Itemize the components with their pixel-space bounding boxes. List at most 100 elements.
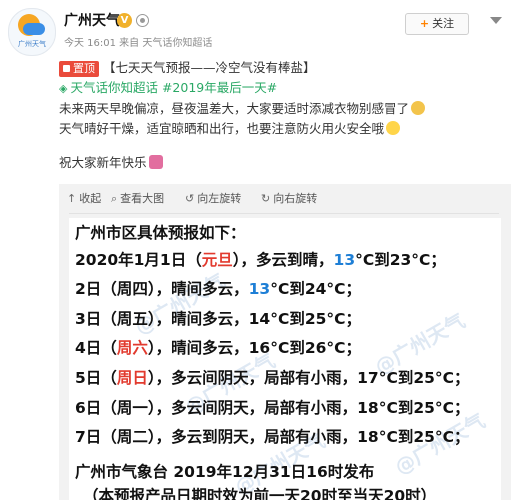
forecast-holiday: 周一 bbox=[116, 399, 148, 417]
rotate-left-button[interactable]: ↺ 向左旋转 bbox=[185, 192, 241, 206]
post-line-2-text: 天气晴好干燥，适宜晾晒和出行，也要注意防火用火安全哦 bbox=[59, 121, 385, 136]
forecast-paren-close: ） bbox=[147, 399, 156, 417]
view-large-button[interactable]: ⌕ 查看大图 bbox=[111, 192, 164, 206]
forecast-holiday: 周五 bbox=[116, 310, 148, 328]
forecast-weather: ，多云到阴天，局部有小雨， bbox=[155, 428, 358, 446]
zoom-icon: ⌕ bbox=[111, 192, 118, 205]
divider bbox=[69, 213, 499, 214]
forecast-weather: ，晴间多云， bbox=[155, 280, 249, 298]
forecast-low: 13 bbox=[333, 251, 356, 269]
forecast-paren-close: ） bbox=[232, 251, 241, 269]
forecast-day-line: 7日（周二），多云到阴天，局部有小雨，18°C到25°C； bbox=[75, 427, 470, 447]
post-line-3: 祝大家新年快乐 bbox=[59, 153, 509, 173]
collapse-button[interactable]: ↑ 收起 bbox=[67, 192, 101, 206]
forecast-paren-open: （ bbox=[186, 251, 202, 269]
account-name[interactable]: 广州天气 bbox=[64, 12, 120, 30]
forecast-low: 18 bbox=[357, 399, 379, 417]
rotate-right-button[interactable]: ↻ 向右旋转 bbox=[261, 192, 317, 206]
forecast-paren-open: （ bbox=[101, 280, 117, 298]
forecast-paren-open: （ bbox=[101, 310, 117, 328]
forecast-paren-close: ） bbox=[147, 280, 156, 298]
forecast-holiday: 周日 bbox=[116, 369, 148, 387]
collapse-icon: ↑ bbox=[67, 192, 77, 205]
collapse-label: 收起 bbox=[79, 192, 102, 205]
forecast-day-line: 2020年1月1日（元旦），多云到晴，13°C到23°C； bbox=[75, 250, 446, 270]
super-topic-icon[interactable] bbox=[136, 14, 149, 27]
forecast-paren-close: ） bbox=[147, 428, 156, 446]
post-line-2: 天气晴好干燥，适宜晾晒和出行，也要注意防火用火安全哦 bbox=[59, 119, 509, 139]
forecast-holiday: 周二 bbox=[116, 428, 148, 446]
forecast-holiday: 元旦 bbox=[201, 251, 233, 269]
pinned-badge: 置顶 bbox=[59, 61, 99, 77]
follow-label: 关注 bbox=[432, 17, 455, 30]
forecast-low: 18 bbox=[357, 428, 379, 446]
forecast-weather: ，多云间阴天，局部有小雨， bbox=[155, 369, 358, 387]
forecast-holiday: 周六 bbox=[116, 339, 148, 357]
rotate-left-icon: ↺ bbox=[185, 192, 195, 205]
topic-link[interactable]: ◈ 天气话你知超话 #2019年最后一天# bbox=[59, 78, 509, 99]
forecast-rest: °C到25°C； bbox=[378, 428, 470, 446]
post-header: 广州天气 广州天气 V 今天 16:01 来自 天气话你知超话 + 关注 bbox=[0, 0, 516, 56]
smile-emoji-icon bbox=[386, 121, 401, 135]
forecast-rest: °C到25°C； bbox=[378, 369, 470, 387]
forecast-heading: 广州市区具体预报如下： bbox=[75, 224, 246, 242]
forecast-pre: 2日 bbox=[75, 280, 102, 298]
image-gallery: ↑ 收起 ⌕ 查看大图 ↺ 向左旋转 ↻ 向右旋转 @广州天气 @广州天气 @广州天气 … bbox=[59, 184, 511, 500]
follow-button[interactable]: + 关注 bbox=[405, 13, 469, 35]
forecast-pre: 5日 bbox=[75, 369, 102, 387]
image-toolbar: ↑ 收起 ⌕ 查看大图 ↺ 向左旋转 ↻ 向右旋转 bbox=[59, 184, 511, 214]
rotate-right-icon: ↻ bbox=[261, 192, 271, 205]
forecast-weather: ，多云到晴， bbox=[240, 251, 334, 269]
post-line-1-text: 未来两天早晚偏凉，昼夜温差大，大家要适时添减衣物别感冒了 bbox=[59, 101, 410, 116]
forecast-footer-1: 广州市气象台 2019年12月31日16时发布 bbox=[75, 463, 375, 481]
sweat-emoji-icon bbox=[411, 101, 426, 115]
post-meta[interactable]: 今天 16:01 来自 天气话你知超话 bbox=[64, 37, 212, 50]
forecast-paren-open: （ bbox=[101, 399, 117, 417]
forecast-paren-close: ） bbox=[147, 369, 156, 387]
rotate-right-label: 向右旋转 bbox=[273, 192, 318, 205]
plus-icon: + bbox=[419, 17, 430, 30]
forecast-pre: 2020年1月1日 bbox=[75, 251, 187, 269]
avatar-caption: 广州天气 bbox=[18, 40, 46, 48]
pin-icon bbox=[63, 65, 70, 72]
forecast-day-line: 6日（周一），多云间阴天，局部有小雨，18°C到25°C； bbox=[75, 398, 470, 418]
forecast-day-line: 2日（周四），晴间多云，13°C到24°C； bbox=[75, 279, 361, 299]
forecast-paren-open: （ bbox=[101, 428, 117, 446]
forecast-pre: 7日 bbox=[75, 428, 102, 446]
forecast-footer-2: （本预报产品日期时效为前一天20时至当天20时） bbox=[83, 487, 437, 500]
forecast-rest: °C到25°C； bbox=[378, 399, 470, 417]
forecast-low: 17 bbox=[357, 369, 379, 387]
forecast-paren-open: （ bbox=[101, 339, 117, 357]
rotate-left-label: 向左旋转 bbox=[197, 192, 242, 205]
forecast-low: 16 bbox=[248, 339, 271, 357]
forecast-paren-close: ） bbox=[147, 339, 156, 357]
forecast-holiday: 周四 bbox=[116, 280, 148, 298]
forecast-rest: °C到25°C； bbox=[270, 310, 362, 328]
post-body: 置顶 【七天天气预报——冷空气没有棒盐】 ◈ 天气话你知超话 #2019年最后一天#… bbox=[59, 58, 509, 173]
gift-emoji-icon bbox=[148, 155, 163, 169]
forecast-paren-close: ） bbox=[147, 310, 156, 328]
forecast-paren-open: （ bbox=[101, 369, 117, 387]
forecast-weather: ，晴间多云， bbox=[155, 339, 249, 357]
forecast-day-line: 3日（周五），晴间多云，14°C到25°C； bbox=[75, 309, 361, 329]
forecast-image[interactable]: @广州天气 @广州天气 @广州天气 @广州天气 @广州天气 广州市区具体预报如下… bbox=[69, 218, 501, 500]
pinned-label: 置顶 bbox=[73, 62, 95, 75]
topic-text: 天气话你知超话 #2019年最后一天# bbox=[70, 80, 278, 95]
post-line-1: 未来两天早晚偏凉，昼夜温差大，大家要适时添减衣物别感冒了 bbox=[59, 99, 509, 119]
forecast-weather: ，多云间阴天，局部有小雨， bbox=[155, 399, 358, 417]
forecast-rest: °C到23°C； bbox=[355, 251, 446, 269]
chevron-down-icon[interactable] bbox=[490, 17, 502, 24]
forecast-pre: 4日 bbox=[75, 339, 102, 357]
view-large-label: 查看大图 bbox=[120, 192, 165, 205]
forecast-low: 13 bbox=[248, 280, 271, 298]
forecast-low: 14 bbox=[248, 310, 271, 328]
verified-icon: V bbox=[117, 13, 132, 28]
avatar[interactable]: 广州天气 bbox=[8, 8, 56, 56]
post-title-line: 置顶 【七天天气预报——冷空气没有棒盐】 bbox=[59, 58, 509, 78]
forecast-day-line: 4日（周六），晴间多云，16°C到26°C； bbox=[75, 338, 361, 358]
forecast-day-line: 5日（周日），多云间阴天，局部有小雨，17°C到25°C； bbox=[75, 368, 470, 388]
forecast-rest: °C到26°C； bbox=[270, 339, 362, 357]
forecast-pre: 6日 bbox=[75, 399, 102, 417]
cloud-icon bbox=[23, 23, 45, 35]
topic-icon: ◈ bbox=[59, 82, 68, 95]
